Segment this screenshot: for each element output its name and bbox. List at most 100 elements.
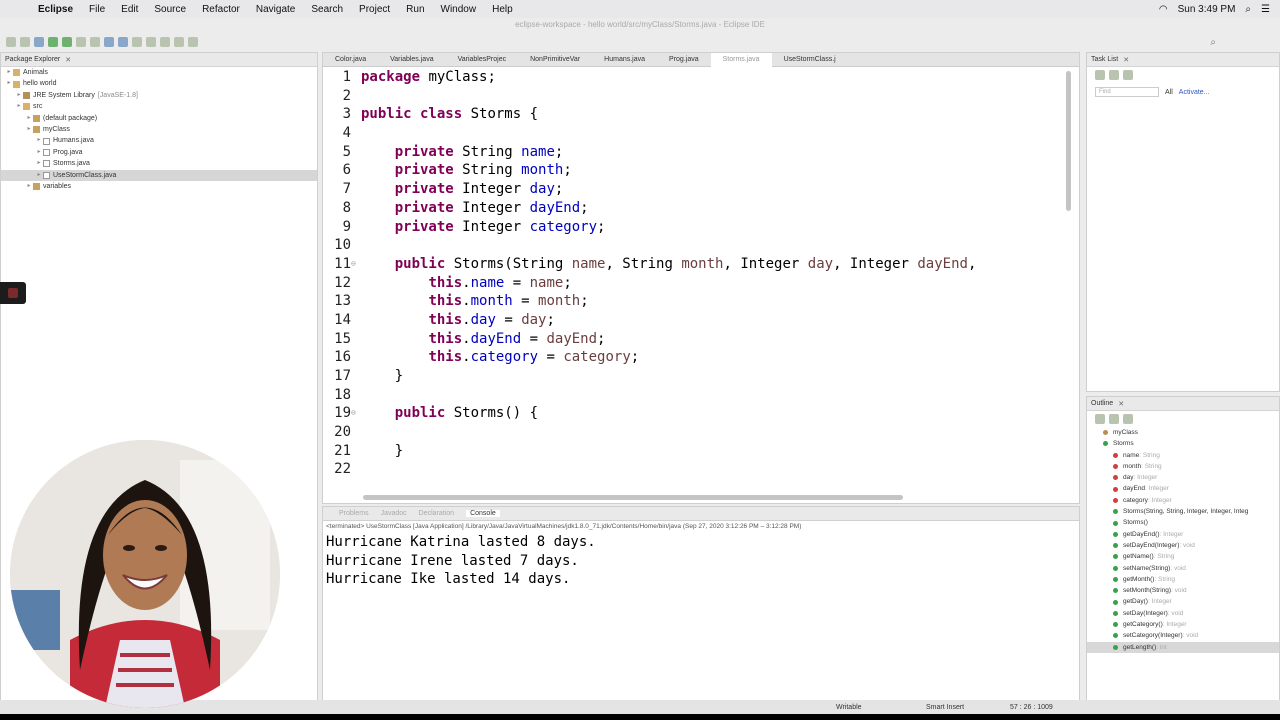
editor-tab[interactable]: VariablesProjec [446, 53, 519, 67]
save-icon[interactable] [20, 37, 30, 47]
tree-item[interactable]: ▸ Storms.java [1, 158, 317, 169]
new-icon[interactable] [6, 37, 16, 47]
outline-item[interactable]: setName(String) : void [1087, 563, 1279, 574]
fold-toggle-icon[interactable]: ⊖ [351, 255, 361, 274]
hide-fields-icon[interactable] [1109, 414, 1119, 424]
code-area[interactable]: 1 package myClass; 2 3 public class Storms {… [323, 68, 1068, 478]
tree-item[interactable]: ▸ hello world [1, 78, 317, 89]
editor-tab[interactable]: UseStormClass.j [772, 53, 848, 67]
editor-tab[interactable]: NonPrimitiveVar [518, 53, 592, 67]
console-tab-declaration[interactable]: Declaration [419, 510, 454, 517]
vertical-scrollbar[interactable] [1066, 71, 1071, 211]
outline-item[interactable]: dayEnd : Integer [1087, 483, 1279, 494]
horizontal-scrollbar[interactable] [363, 495, 903, 500]
menu-edit[interactable]: Edit [113, 4, 146, 15]
editor-tab[interactable]: Prog.java [657, 53, 711, 67]
record-indicator[interactable] [0, 282, 26, 304]
task-find-input[interactable]: Find [1095, 87, 1159, 97]
outline-item[interactable]: myClass [1087, 427, 1279, 438]
sort-icon[interactable] [1095, 414, 1105, 424]
run-icon[interactable] [48, 37, 58, 47]
tree-item[interactable]: ▸ variables [1, 181, 317, 192]
outline-item[interactable]: setDayEnd(Integer) : void [1087, 540, 1279, 551]
editor-tab[interactable]: Storms.java [710, 52, 772, 67]
back-icon[interactable] [174, 37, 184, 47]
outline-item[interactable]: name : String [1087, 450, 1279, 461]
annotation-next-icon[interactable] [160, 37, 170, 47]
activate-link[interactable]: Activate... [1179, 89, 1210, 96]
disclosure-arrow-icon[interactable]: ▸ [25, 113, 33, 124]
menu-eclipse[interactable]: Eclipse [30, 4, 81, 15]
outline-item[interactable]: getName() : String [1087, 551, 1279, 562]
outline-item[interactable]: setMonth(String) : void [1087, 585, 1279, 596]
external-tools-icon[interactable] [76, 37, 86, 47]
tree-item[interactable]: ▸ JRE System Library [JavaSE-1.8] [1, 90, 317, 101]
disclosure-arrow-icon[interactable]: ▸ [15, 90, 23, 101]
disclosure-arrow-icon[interactable]: ▸ [25, 181, 33, 192]
menu-window[interactable]: Window [433, 4, 485, 15]
filter-icon[interactable] [1109, 70, 1119, 80]
tree-item[interactable]: ▸ Animals [1, 67, 317, 78]
close-icon[interactable]: ✕ [1123, 56, 1129, 64]
spotlight-search-icon[interactable]: ⌕ [1245, 4, 1251, 15]
tree-item[interactable]: ▸ Prog.java [1, 147, 317, 158]
new-java-project-icon[interactable] [90, 37, 100, 47]
open-type-icon[interactable] [132, 37, 142, 47]
disclosure-arrow-icon[interactable]: ▸ [35, 158, 43, 169]
wifi-icon[interactable]: ◠ [1159, 4, 1168, 15]
menu-run[interactable]: Run [398, 4, 432, 15]
menu-refactor[interactable]: Refactor [194, 4, 248, 15]
disclosure-arrow-icon[interactable]: ▸ [35, 147, 43, 158]
console-tab-javadoc[interactable]: Javadoc [381, 510, 407, 517]
menu-list-icon[interactable]: ☰ [1261, 4, 1270, 15]
outline-item[interactable]: getDay() : Integer [1087, 596, 1279, 607]
outline-title[interactable]: Outline [1091, 400, 1113, 407]
disclosure-arrow-icon[interactable]: ▸ [35, 135, 43, 146]
menu-source[interactable]: Source [146, 4, 194, 15]
disclosure-arrow-icon[interactable]: ▸ [5, 78, 13, 89]
quick-access-search-icon[interactable]: ⌕ [1210, 37, 1216, 48]
outline-item[interactable]: setCategory(Integer) : void [1087, 630, 1279, 641]
package-explorer-title[interactable]: Package Explorer [5, 56, 60, 63]
debug-icon[interactable] [34, 37, 44, 47]
console-output[interactable]: Hurricane Katrina lasted 8 days. Hurrican… [323, 533, 1079, 589]
outline-item[interactable]: category : Integer [1087, 495, 1279, 506]
collapse-icon[interactable] [1123, 70, 1133, 80]
console-tab-problems[interactable]: Problems [339, 510, 369, 517]
outline-item[interactable]: Storms(String, String, Integer, Integer,… [1087, 506, 1279, 517]
tree-item[interactable]: ▸ UseStormClass.java [1, 169, 317, 181]
menu-file[interactable]: File [81, 4, 113, 15]
tree-item[interactable]: ▸ src [1, 101, 317, 112]
menu-project[interactable]: Project [351, 4, 398, 15]
tree-item[interactable]: ▸ Humans.java [1, 135, 317, 146]
outline-item[interactable]: getLength() : int [1087, 641, 1279, 653]
editor-tab[interactable]: Color.java [323, 53, 378, 67]
disclosure-arrow-icon[interactable]: ▸ [5, 67, 13, 78]
tree-item[interactable]: ▸ (default package) [1, 113, 317, 124]
outline-item[interactable]: setDay(Integer) : void [1087, 608, 1279, 619]
outline-item[interactable]: getDayEnd() : Integer [1087, 529, 1279, 540]
editor-tab[interactable]: Humans.java [592, 53, 657, 67]
run-dropdown-icon[interactable] [62, 37, 72, 47]
close-icon[interactable]: ✕ [65, 56, 71, 64]
task-all-link[interactable]: All [1165, 89, 1173, 96]
new-package-icon[interactable] [104, 37, 114, 47]
disclosure-arrow-icon[interactable]: ▸ [25, 124, 33, 135]
console-tab-console[interactable]: Console [466, 510, 500, 517]
outline-item[interactable]: Storms() [1087, 517, 1279, 528]
disclosure-arrow-icon[interactable]: ▸ [15, 101, 23, 112]
menu-navigate[interactable]: Navigate [248, 4, 303, 15]
clock[interactable]: Sun 3:49 PM [1178, 4, 1236, 15]
editor-tab[interactable]: Variables.java [378, 53, 445, 67]
fold-toggle-icon[interactable]: ⊖ [351, 404, 361, 423]
new-class-icon[interactable] [118, 37, 128, 47]
menu-help[interactable]: Help [484, 4, 521, 15]
disclosure-arrow-icon[interactable]: ▸ [35, 170, 43, 181]
outline-item[interactable]: Storms [1087, 438, 1279, 449]
hide-static-icon[interactable] [1123, 414, 1133, 424]
outline-item[interactable]: getCategory() : Integer [1087, 619, 1279, 630]
outline-item[interactable]: month : String [1087, 461, 1279, 472]
new-task-icon[interactable] [1095, 70, 1105, 80]
menu-search[interactable]: Search [303, 4, 351, 15]
tree-item[interactable]: ▸ myClass [1, 124, 317, 135]
